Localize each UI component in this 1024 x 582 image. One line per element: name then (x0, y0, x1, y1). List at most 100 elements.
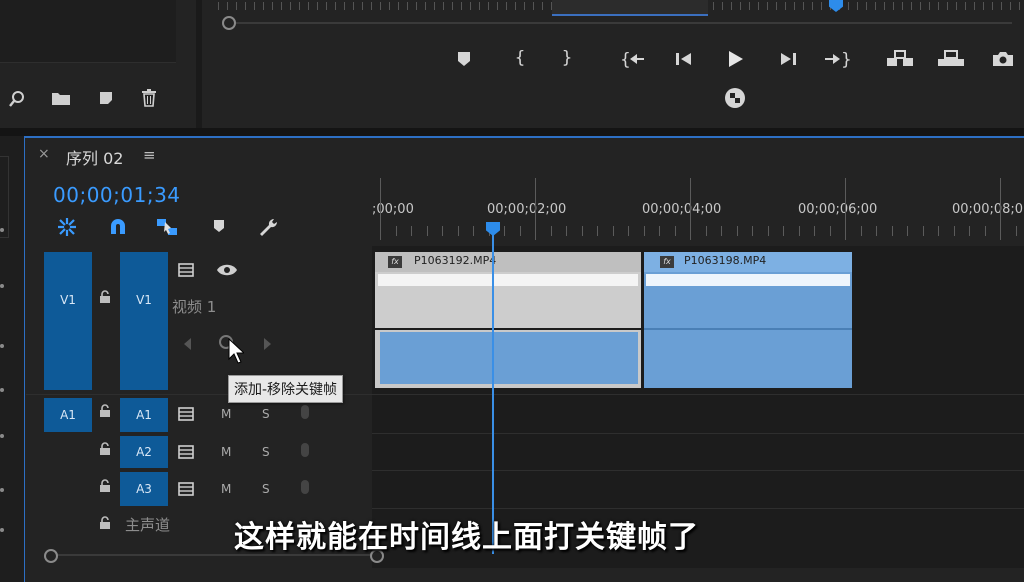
ruler-tick (452, 2, 453, 10)
clip-keyframe-line[interactable] (646, 274, 850, 286)
ruler-tick (713, 2, 714, 10)
search-icon[interactable] (6, 90, 28, 113)
insert-icon[interactable] (886, 50, 914, 72)
mark-in-icon[interactable]: { (510, 48, 530, 68)
ruler-tick (299, 2, 300, 10)
nest-sequence-icon[interactable] (55, 216, 79, 238)
ruler-tick (920, 2, 921, 10)
add-marker-icon[interactable] (207, 216, 231, 238)
svg-text:}: } (841, 50, 850, 68)
sequence-tab-title[interactable]: 序列 02 (66, 145, 123, 169)
ruler-tick (407, 2, 408, 10)
track-target-v1[interactable]: V1 (120, 252, 168, 390)
ruler-tick (767, 2, 768, 10)
ruler-tick (506, 2, 507, 10)
sync-lock-icon[interactable] (177, 262, 197, 281)
next-keyframe-icon[interactable] (262, 336, 272, 355)
wrench-icon[interactable] (256, 216, 280, 238)
ruler-tick (442, 226, 443, 236)
clip-keyframe-line[interactable] (378, 274, 638, 286)
folder-icon[interactable] (50, 90, 72, 111)
ruler-tick (992, 2, 993, 10)
track-target-a3[interactable]: A3 (120, 472, 168, 506)
ruler-tick (884, 2, 885, 10)
mute-button[interactable]: M (221, 407, 231, 421)
panel-menu-icon[interactable]: ≡ (143, 146, 156, 164)
snap-icon[interactable] (106, 216, 130, 238)
solo-button[interactable]: S (262, 482, 270, 496)
ruler-tick (740, 2, 741, 10)
marker-icon[interactable] (456, 50, 472, 72)
lock-icon[interactable] (99, 404, 111, 422)
microphone-icon[interactable] (301, 480, 309, 494)
ruler-tick (281, 2, 282, 10)
mark-out-icon[interactable]: } (557, 48, 577, 68)
ruler-label: 00;00;06;00 (798, 202, 878, 217)
linked-selection-icon[interactable] (155, 216, 179, 238)
ruler-tick (814, 226, 815, 236)
ruler-tick (533, 2, 534, 10)
fx-badge[interactable]: fx (660, 256, 674, 268)
program-zoom-bar[interactable] (222, 16, 1022, 30)
program-work-area[interactable] (552, 0, 708, 16)
previous-keyframe-icon[interactable] (183, 336, 193, 355)
mute-button[interactable]: M (221, 445, 231, 459)
mute-button[interactable]: M (221, 482, 231, 496)
solo-button[interactable]: S (262, 445, 270, 459)
go-to-out-icon[interactable]: } (824, 50, 852, 72)
sync-lock-icon[interactable] (177, 444, 197, 463)
source-patch-a1[interactable]: A1 (44, 398, 92, 432)
ruler-tick (542, 2, 543, 10)
lock-icon[interactable] (99, 479, 111, 497)
ruler-tick (923, 226, 924, 236)
export-frame-icon[interactable] (992, 51, 1014, 71)
ruler-tick (876, 226, 877, 236)
ruler-tick (218, 2, 219, 10)
panel-gap (0, 128, 1024, 136)
ruler-tick (956, 2, 957, 10)
microphone-icon[interactable] (301, 443, 309, 457)
timecode-display[interactable]: 00;00;01;34 (53, 183, 181, 207)
play-icon[interactable] (725, 49, 745, 73)
ruler-tick (344, 2, 345, 10)
sync-lock-icon[interactable] (177, 406, 197, 425)
overwrite-icon[interactable] (937, 50, 965, 72)
microphone-icon[interactable] (301, 405, 309, 419)
zoom-track (232, 22, 1012, 24)
track-target-a2[interactable]: A2 (120, 436, 168, 468)
ruler-tick (479, 2, 480, 10)
solo-button[interactable]: S (262, 407, 270, 421)
step-forward-icon[interactable] (778, 51, 798, 71)
ruler-tick (461, 2, 462, 10)
eye-icon[interactable] (216, 262, 238, 281)
cursor-icon (228, 337, 246, 368)
sync-lock-icon[interactable] (177, 481, 197, 500)
video-clip-lower[interactable] (644, 330, 852, 388)
step-back-icon[interactable] (674, 51, 694, 71)
zoom-handle[interactable] (222, 16, 236, 30)
clip-fill (380, 332, 638, 384)
ruler-tick (470, 2, 471, 10)
trash-icon[interactable] (138, 89, 160, 112)
scroll-handle-left[interactable] (44, 549, 58, 563)
timeline-ruler[interactable]: ;00;00 00;00;02;00 00;00;04;00 00;00;06;… (372, 178, 1024, 240)
fx-badge[interactable]: fx (388, 256, 402, 268)
lock-icon[interactable] (99, 516, 111, 534)
go-to-in-icon[interactable]: { (620, 50, 646, 72)
video-subtitle: 这样就能在时间线上面打关键帧了 (234, 520, 699, 555)
ruler-tick (812, 2, 813, 10)
ruler-tick (1019, 2, 1020, 10)
close-sequence-button[interactable]: × (38, 146, 50, 162)
ruler-tick (830, 226, 831, 236)
lock-icon[interactable] (99, 290, 111, 308)
button-editor-icon[interactable] (723, 86, 747, 114)
ruler-tick (236, 2, 237, 10)
playhead-line[interactable] (492, 228, 494, 554)
ruler-tick (380, 2, 381, 10)
lock-icon[interactable] (99, 442, 111, 460)
ruler-tick (848, 2, 849, 10)
new-item-icon[interactable] (95, 90, 117, 111)
track-target-a1[interactable]: A1 (120, 398, 168, 432)
ruler-tick (335, 2, 336, 10)
source-patch-v1[interactable]: V1 (44, 252, 92, 390)
